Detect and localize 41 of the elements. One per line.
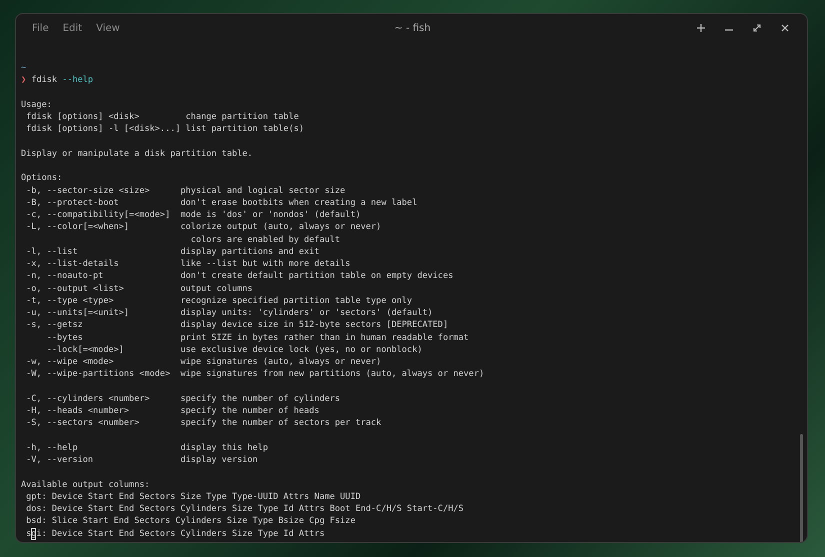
output-line: --bytes print SIZE in bytes rather than in human readable format	[46, 332, 469, 344]
output-line: -u, --units[=<unit>] display units: 'cylinders' or 'sectors' (default)	[25, 307, 433, 320]
close-icon	[780, 23, 790, 33]
menu-item[interactable]: View	[92, 20, 124, 36]
output-line: -t, --type <type> recognize specified partition table type only	[25, 294, 412, 307]
prompt-icon: ❯	[21, 75, 26, 86]
output-line: dos: Device Start End Sectors Cylinders Size Type Id Attrs Boot End-C/H/S Start-C/H/S	[25, 503, 464, 516]
output-line: bsd: Slice Start End Sectors Cylinders Size Type Bsize Cpg Fsize	[25, 515, 356, 528]
output-line: -C, --cylinders <number> specify the number of cylinders	[25, 392, 340, 405]
scrollbar[interactable]	[800, 434, 803, 542]
maximize-icon	[752, 23, 762, 33]
output-line: -b, --sector-size <size> physical and logical sector size	[25, 184, 346, 197]
output-line: Display or manipulate a disk partition table.	[21, 148, 253, 160]
output-line: --lock[=<mode>] use exclusive device lock (yes, no or nonblock)	[46, 344, 422, 356]
output-line: Available output columns:	[21, 478, 150, 491]
output-line: -V, --version display version	[25, 454, 258, 466]
output-line: -h, --help display this help	[25, 442, 268, 454]
output-line: colors are enabled by default	[190, 234, 340, 246]
output-line: -o, --output <list> output columns	[25, 282, 253, 295]
output-line: fdisk [options] -l [<disk>...] list partition table(s)	[25, 123, 304, 136]
window-title: ~ - fish	[394, 22, 431, 34]
output-line: -B, --protect-boot don't erase bootbits when creating a new label	[25, 196, 418, 209]
plus-icon	[696, 23, 706, 33]
output-line: -W, --wipe-partitions <mode> wipe signatures from new partitions (auto, always or never)	[25, 368, 484, 380]
command-text: fdisk --help	[31, 75, 94, 86]
output-line: gpt: Device Start End Sectors Size Type Type-UUID Attrs Name UUID	[25, 490, 361, 503]
output-line: -S, --sectors <number> specify the number of sectors per track	[25, 417, 382, 430]
output-line: -x, --list-details like --list but with more details	[25, 258, 350, 270]
menu-item[interactable]: Edit	[58, 20, 86, 36]
output-line: -n, --noauto-pt don't create default partition table on empty devices	[25, 270, 454, 282]
output-line: -s, --getsz display device size in 512-byte sectors [DEPRECATED]	[25, 319, 448, 332]
output-line: -L, --color[=<when>] colorize output (auto, always or never)	[25, 221, 382, 234]
output-line: -l, --list display partitions and exit	[25, 246, 320, 258]
output-line: Options:	[21, 172, 62, 184]
output-line: -H, --heads <number> specify the number of heads	[25, 405, 320, 418]
menu-item[interactable]: File	[28, 20, 53, 36]
output-line: -c, --compatibility[=<mode>] mode is 'dos' or 'nondos' (default)	[25, 209, 361, 222]
directory-text: ~	[21, 62, 26, 74]
output-line: Usage:	[21, 98, 52, 111]
output-line: fdisk [options] <disk> change partition table	[25, 111, 299, 124]
output-line: -w, --wipe <mode> wipe signatures (auto, always or never)	[25, 356, 382, 368]
